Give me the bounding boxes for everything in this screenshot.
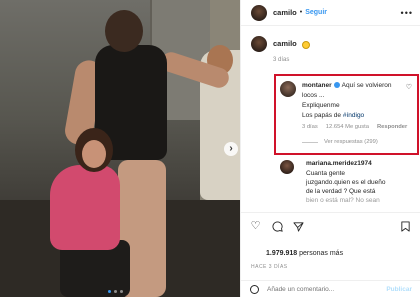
chevron-right-icon[interactable]: › (224, 142, 238, 156)
comment-time: 3 días (302, 124, 318, 130)
avatar[interactable] (280, 81, 296, 97)
caption-text: camilo (273, 39, 310, 49)
heart-icon[interactable]: ♡ (250, 221, 261, 232)
highlighted-comment-box: montaner Aquí se volvieron locos ... Expl… (274, 74, 419, 155)
likes-summary[interactable]: 1.979.918 personas más (266, 250, 343, 257)
carousel-dot (114, 290, 117, 293)
comment-text-line1: Aquí se volvieron (341, 82, 392, 89)
comment: montaner Aquí se volvieron locos ... Expl… (276, 76, 417, 153)
caption: camilo (251, 36, 310, 52)
post-header: camilo • Seguir ••• (241, 0, 420, 26)
add-comment-bar: Publicar (240, 280, 420, 297)
hashtag-link[interactable]: #índigo (343, 112, 364, 119)
comment-first-line: montaner Aquí se volvieron (302, 82, 402, 89)
photo-woman-body (50, 165, 120, 250)
reply-button[interactable]: Responder (377, 124, 407, 130)
comment-text-line4: Los papás de #índigo (302, 112, 364, 119)
verified-badge-icon (333, 82, 340, 89)
avatar[interactable] (251, 36, 267, 52)
post-actions-bar: ♡ (240, 212, 420, 238)
photo-man-head (105, 10, 143, 52)
likes-count: 1.979.918 (266, 250, 298, 257)
view-replies-label: Ver respuestas (299) (324, 139, 378, 145)
comment-text-line3: Expliquenme (302, 102, 340, 109)
share-icon[interactable] (293, 221, 304, 232)
caption-time: 3 días (273, 57, 290, 63)
caption-username[interactable]: camilo (273, 39, 297, 48)
separator-dot: • (299, 9, 303, 16)
comment-text-line3: de la verdad ? Que está (306, 188, 376, 195)
comment-like-heart-icon[interactable]: ♡ (406, 83, 412, 91)
avatar[interactable] (280, 160, 294, 174)
comment-text-line1: Cuanta gente (306, 170, 346, 177)
comment-icon[interactable] (272, 221, 283, 232)
comment-text-line4: bien o está mal? No sean (306, 197, 380, 204)
comment-username[interactable]: montaner (302, 82, 332, 89)
comment-text-line2: locos ... (302, 92, 325, 99)
follow-button[interactable]: Seguir (305, 9, 327, 16)
smile-icon[interactable] (250, 284, 259, 294)
carousel-dot (108, 290, 111, 293)
bookmark-icon[interactable] (400, 221, 411, 232)
post-photo[interactable]: › (0, 0, 240, 297)
post-username[interactable]: camilo (273, 8, 297, 17)
photo-woman-face (82, 140, 106, 168)
more-horizontal-icon[interactable]: ••• (401, 8, 413, 18)
comment-likes[interactable]: 12.654 Me gusta (326, 124, 369, 130)
avatar[interactable] (251, 4, 267, 21)
publish-button[interactable]: Publicar (386, 286, 412, 293)
posted-time: HACE 3 DÍAS (251, 264, 288, 270)
likes-suffix: personas más (297, 250, 344, 257)
carousel-dot (120, 290, 123, 293)
replies-divider (302, 141, 318, 143)
comment-text-line4-prefix: Los papás de (302, 112, 343, 119)
comment-meta: 3 días 12.654 Me gusta Responder (302, 124, 407, 130)
carousel-dots (108, 290, 123, 293)
smiley-emoji-icon (301, 40, 310, 49)
comment-username[interactable]: mariana.meridez1974 (306, 160, 372, 167)
comment-input[interactable] (267, 285, 377, 293)
comment-text-line2: juzgando.quien es el dueño (306, 179, 386, 186)
view-replies-button[interactable]: Ver respuestas (299) (302, 139, 378, 145)
